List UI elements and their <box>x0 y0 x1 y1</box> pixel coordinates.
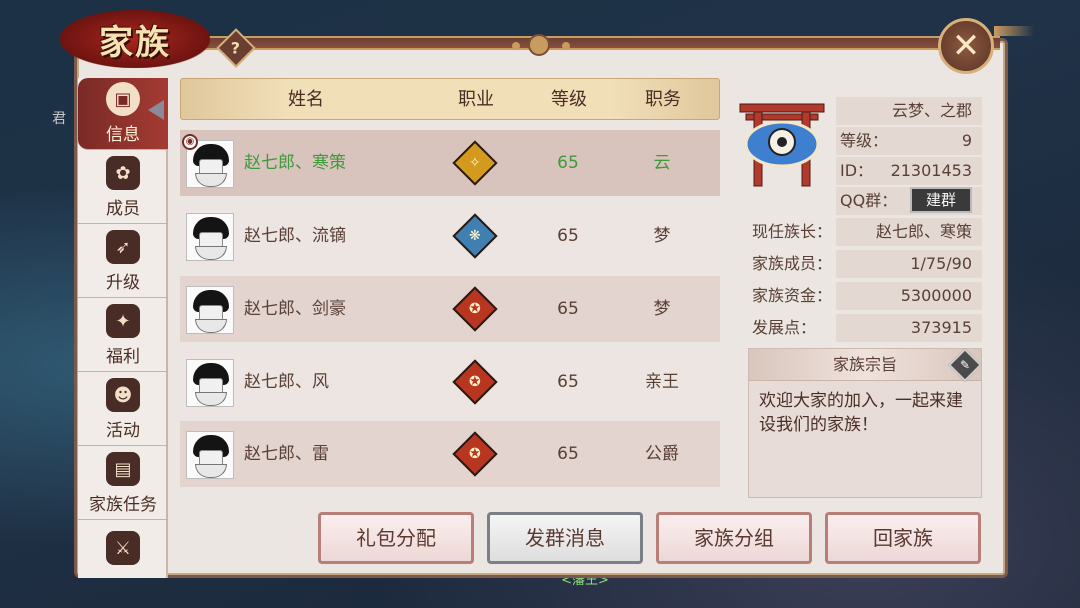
table-row[interactable]: 赵七郎、风 ✪ 65 亲王 <box>180 349 720 415</box>
scene-text: 君 <box>52 111 66 127</box>
class-icon: ✪ <box>452 359 498 405</box>
rail-dot-right <box>562 42 570 50</box>
sidebar-item-label: 升级 <box>106 273 140 293</box>
sidebar-item-welfare[interactable]: ✦ 福利 <box>78 300 168 372</box>
points-label: 发展点： <box>752 318 817 337</box>
avatar <box>186 213 234 261</box>
sidebar-item-activity[interactable]: ☻ 活动 <box>78 374 168 446</box>
member-name: 赵七郎、剑豪 <box>244 299 346 319</box>
family-id-label: ID： <box>840 161 874 180</box>
motto-title: 家族宗旨 <box>749 349 981 381</box>
family-leader: 赵七郎、寒策 <box>836 218 982 246</box>
family-id-row: ID： 21301453 <box>836 157 982 185</box>
avatar <box>186 359 234 407</box>
member-level: 65 <box>557 372 579 392</box>
family-grouping-button[interactable]: 家族分组 <box>656 512 812 564</box>
table-row[interactable]: 赵七郎、流镝 ❋ 65 梦 <box>180 203 720 269</box>
members-icon: ✿ <box>106 156 140 190</box>
info-icon: ▣ <box>106 82 140 116</box>
header-class: 职业 <box>458 89 494 110</box>
sidebar-item-label: 成员 <box>106 199 140 219</box>
member-position: 亲王 <box>645 372 679 392</box>
sidebar-item-family-task[interactable]: ▤ 家族任务 <box>78 448 168 520</box>
upgrade-icon: ➶ <box>106 230 140 264</box>
member-name: 赵七郎、寒策 <box>244 153 346 173</box>
header-position: 职务 <box>645 89 681 110</box>
member-level: 65 <box>557 226 579 246</box>
gift-distribution-button[interactable]: 礼包分配 <box>318 512 474 564</box>
sidebar-item-battle[interactable]: ⚔ <box>78 522 168 578</box>
member-position: 梦 <box>653 299 671 319</box>
sidebar-item-label: 信息 <box>106 125 140 145</box>
doll-icon: ☻ <box>106 378 140 412</box>
close-button[interactable]: ✕ <box>938 18 994 74</box>
header-level: 等级 <box>551 89 587 110</box>
table-row[interactable]: 赵七郎、雷 ✪ 65 公爵 <box>180 421 720 487</box>
create-qq-group-button[interactable]: 建群 <box>910 187 972 213</box>
family-members: 1/75/90 <box>836 250 982 278</box>
member-name: 赵七郎、风 <box>244 372 329 392</box>
sidebar-item-members[interactable]: ✿ 成员 <box>78 152 168 224</box>
funds-label: 家族资金： <box>752 286 833 305</box>
family-name: 云梦、之郡 <box>836 97 982 125</box>
panel-title: 家族 <box>99 22 171 63</box>
wing-decoration <box>994 26 1034 36</box>
development-points: 373915 <box>836 314 982 342</box>
top-rail-decoration <box>160 36 1000 50</box>
member-table-header: 姓名 职业 等级 职务 <box>180 78 720 120</box>
class-icon: ❋ <box>452 213 498 259</box>
sidebar-item-label: 活动 <box>106 421 140 441</box>
members-label: 家族成员： <box>752 254 833 273</box>
leader-badge-icon: ◉ <box>182 134 198 150</box>
member-level: 65 <box>557 444 579 464</box>
qq-label: QQ群： <box>840 191 898 210</box>
member-position: 公爵 <box>645 444 679 464</box>
table-row[interactable]: ◉ 赵七郎、寒策 ✧ 65 云 <box>180 130 720 196</box>
table-row[interactable]: 赵七郎、剑豪 ✪ 65 梦 <box>180 276 720 342</box>
motto-text: 欢迎大家的加入，一起来建设我们的家族！ <box>759 391 963 435</box>
member-name: 赵七郎、流镝 <box>244 226 346 246</box>
member-position: 梦 <box>653 226 671 246</box>
header-name: 姓名 <box>288 89 324 110</box>
crossed-swords-icon: ⚔ <box>106 531 140 565</box>
family-motto-box: 家族宗旨 ✎ 欢迎大家的加入，一起来建设我们的家族！ <box>748 348 982 498</box>
sidebar-item-upgrade[interactable]: ➶ 升级 <box>78 226 168 298</box>
selection-arrow-icon <box>148 100 164 120</box>
class-icon: ✧ <box>452 140 498 186</box>
rail-ornament-icon <box>528 34 550 56</box>
sidebar: ▣ 信息 ✿ 成员 ➶ 升级 ✦ 福利 ☻ 活动 ▤ 家族任务 ⚔ <box>78 78 168 578</box>
family-id: 21301453 <box>890 161 972 180</box>
family-level-label: 等级： <box>840 131 889 150</box>
class-icon: ✪ <box>452 286 498 332</box>
return-to-family-button[interactable]: 回家族 <box>825 512 981 564</box>
rail-dot-left <box>512 42 520 50</box>
family-emblem-icon <box>739 103 825 187</box>
class-icon: ✪ <box>452 431 498 477</box>
family-funds: 5300000 <box>836 282 982 310</box>
close-icon: ✕ <box>951 26 981 66</box>
sidebar-item-label: 福利 <box>106 347 140 367</box>
member-level: 65 <box>557 299 579 319</box>
avatar <box>186 286 234 334</box>
leader-label: 现任族长： <box>752 222 833 241</box>
help-icon: ? <box>231 38 241 58</box>
avatar <box>186 431 234 479</box>
group-message-button[interactable]: 发群消息 <box>487 512 643 564</box>
title-badge: 家族 <box>60 10 210 68</box>
family-level-row: 等级： 9 <box>836 127 982 155</box>
sidebar-item-label: 家族任务 <box>89 495 157 515</box>
member-position: 云 <box>653 153 671 173</box>
gift-icon: ✦ <box>106 304 140 338</box>
scroll-icon: ▤ <box>106 452 140 486</box>
member-level: 65 <box>557 153 579 173</box>
family-level: 9 <box>961 131 972 150</box>
member-name: 赵七郎、雷 <box>244 444 329 464</box>
